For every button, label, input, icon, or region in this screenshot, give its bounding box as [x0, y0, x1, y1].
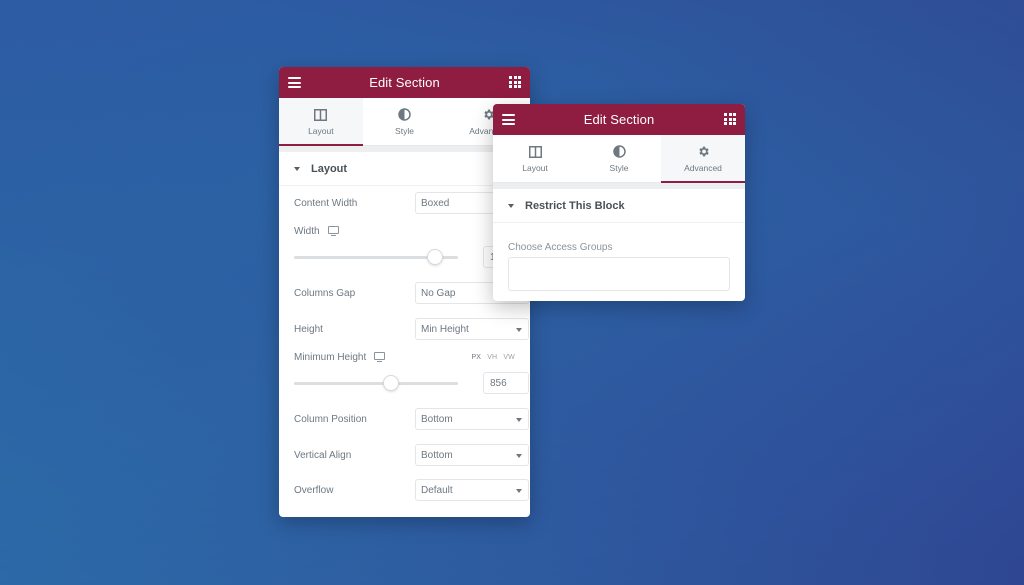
column-position-label: Column Position [294, 413, 367, 425]
column-position-control: Column Position Bottom [294, 408, 529, 430]
chevron-down-icon [516, 454, 522, 458]
height-label: Height [294, 323, 323, 335]
minimum-height-input[interactable]: 856 [483, 372, 529, 394]
chevron-down-icon [516, 489, 522, 493]
height-select[interactable]: Min Height [415, 318, 529, 340]
section-toggle-restrict[interactable]: Restrict This Block [493, 189, 745, 223]
width-control: 1440 [294, 246, 529, 268]
section-title: Layout [311, 162, 348, 175]
unit-switcher: PX VH VW [465, 354, 515, 361]
select-value: Bottom [421, 449, 453, 461]
vertical-align-select[interactable]: Bottom [415, 444, 529, 466]
unit-vh[interactable]: VH [487, 354, 497, 361]
hamburger-icon[interactable] [502, 114, 515, 125]
panel-header: Edit Section [279, 67, 530, 98]
half-circle-icon [398, 108, 412, 122]
panel-tabs: Layout Style Advanced [493, 135, 745, 183]
access-groups-input[interactable] [508, 257, 730, 291]
minimum-height-slider-handle[interactable] [383, 376, 398, 390]
tab-style[interactable]: Style [577, 135, 661, 182]
vertical-align-control: Vertical Align Bottom [294, 444, 529, 466]
minimum-height-slider[interactable] [294, 376, 458, 390]
columns-gap-control: Columns Gap No Gap [294, 282, 529, 304]
panel-title: Edit Section [583, 112, 655, 127]
chevron-down-icon [516, 418, 522, 422]
caret-down-icon [508, 203, 514, 208]
columns-gap-label: Columns Gap [294, 287, 356, 299]
width-slider[interactable] [294, 250, 458, 264]
tab-layout[interactable]: Layout [279, 98, 363, 146]
minimum-height-label: Minimum Height [294, 351, 367, 363]
tab-label: Layout [308, 125, 334, 136]
tab-style[interactable]: Style [363, 98, 447, 145]
select-value: No Gap [421, 287, 456, 299]
width-label: Width [294, 225, 320, 237]
hamburger-icon[interactable] [288, 77, 301, 88]
grid-icon[interactable] [724, 113, 736, 125]
tab-advanced[interactable]: Advanced [661, 135, 745, 183]
vertical-align-label: Vertical Align [294, 449, 352, 461]
columns-icon [314, 108, 328, 122]
access-groups-label: Choose Access Groups [508, 242, 613, 253]
select-value: Default [421, 484, 453, 496]
gear-icon [696, 145, 710, 159]
select-value: Boxed [421, 197, 450, 209]
select-value: Min Height [421, 323, 469, 335]
chevron-down-icon [516, 328, 522, 332]
minimum-height-label-row: Minimum Height PX VH VW [294, 350, 515, 364]
half-circle-icon [612, 145, 626, 159]
unit-vw[interactable]: VW [503, 354, 515, 361]
select-value: Bottom [421, 413, 453, 425]
unit-px[interactable]: PX [471, 354, 481, 361]
panel-header: Edit Section [493, 104, 745, 135]
section-title: Restrict This Block [525, 199, 625, 212]
minimum-height-control: 856 [294, 372, 529, 394]
width-slider-handle[interactable] [428, 250, 443, 264]
desktop-icon[interactable] [327, 226, 339, 236]
column-position-select[interactable]: Bottom [415, 408, 529, 430]
desktop-icon[interactable] [374, 352, 386, 362]
height-control: Height Min Height [294, 318, 529, 340]
tab-layout[interactable]: Layout [493, 135, 577, 182]
tab-label: Layout [522, 162, 548, 173]
tab-label: Style [609, 162, 629, 173]
overflow-select[interactable]: Default [415, 479, 529, 501]
minimum-height-value: 856 [490, 377, 507, 389]
content-width-label: Content Width [294, 197, 358, 209]
panel-title: Edit Section [369, 75, 440, 90]
content-width-control: Content Width Boxed [294, 192, 529, 214]
grid-icon[interactable] [509, 76, 521, 88]
edit-section-panel-advanced: Edit Section Layout Style Advanced Restr… [493, 104, 745, 301]
overflow-label: Overflow [294, 484, 334, 496]
width-label-row: Width [294, 224, 515, 238]
overflow-control: Overflow Default [294, 479, 529, 501]
tab-label: Advanced [684, 162, 722, 173]
columns-icon [528, 145, 542, 159]
caret-down-icon [294, 166, 300, 171]
tab-label: Style [395, 125, 414, 136]
